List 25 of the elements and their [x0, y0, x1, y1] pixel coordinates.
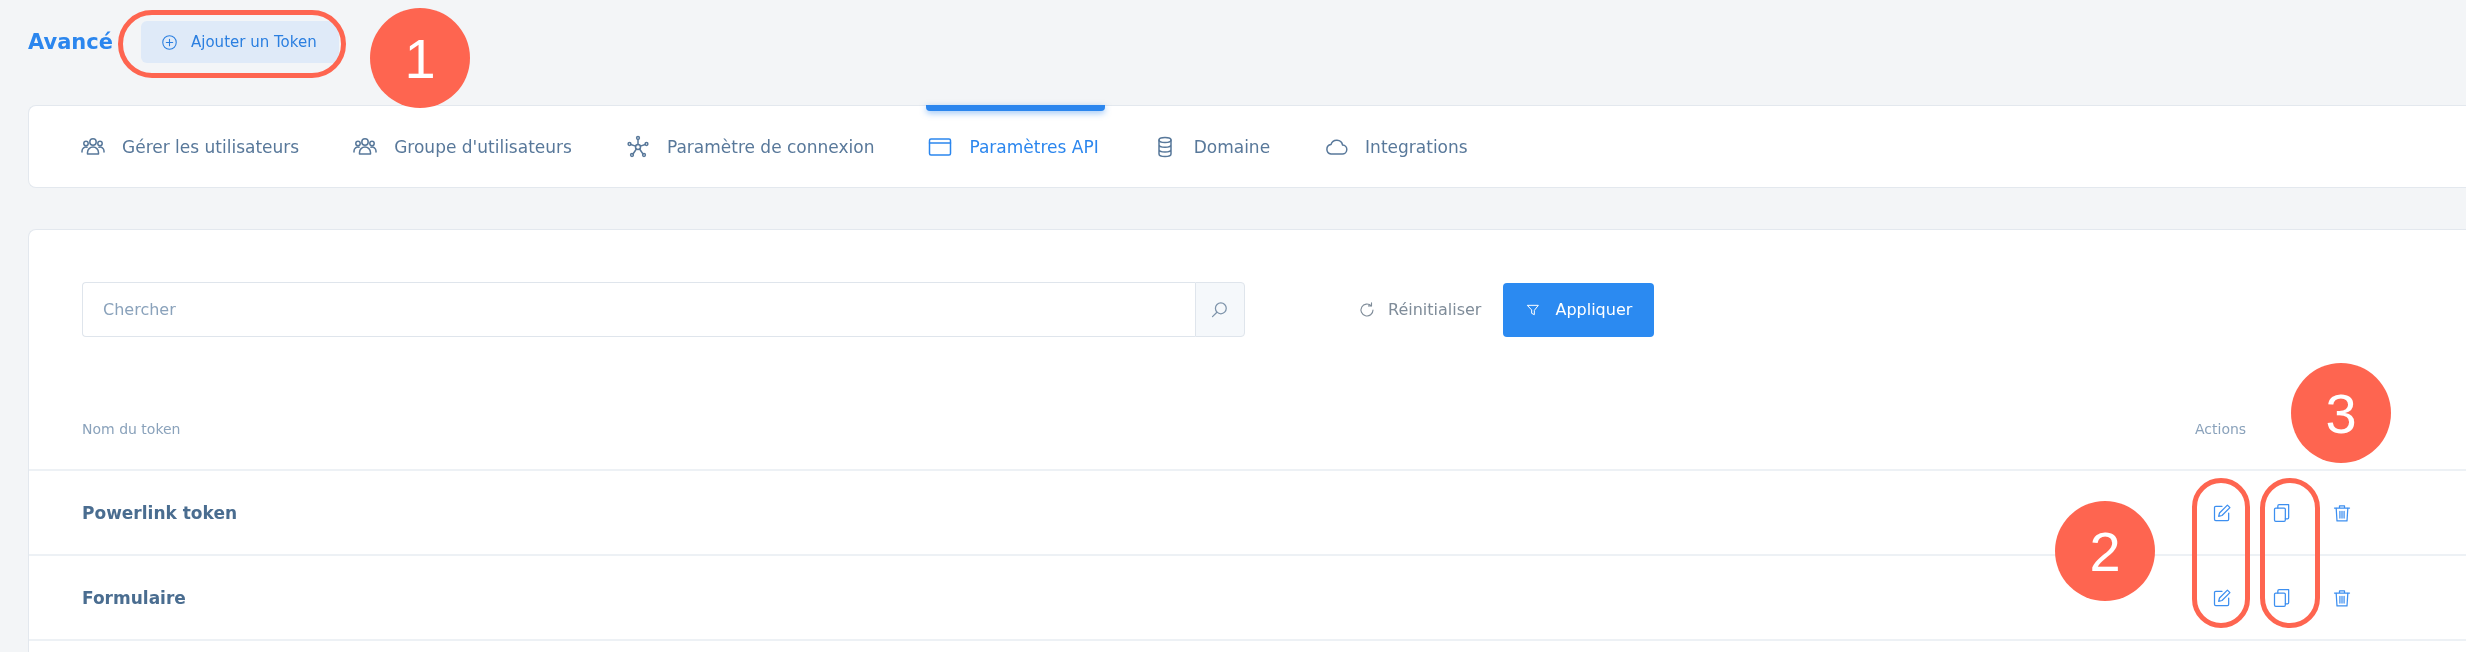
refresh-icon — [1358, 300, 1376, 319]
tab[interactable]: Paramètre de connexion — [625, 126, 875, 167]
trash-icon[interactable] — [2332, 587, 2352, 608]
tab[interactable]: Groupe d'utilisateurs — [353, 126, 572, 167]
tab[interactable]: Gérer les utilisateurs — [81, 126, 300, 167]
token-name: Powerlink token — [81, 502, 239, 523]
edit-icon[interactable] — [2212, 502, 2232, 523]
page-title: Avancé — [28, 30, 113, 54]
copy-icon[interactable] — [2272, 502, 2292, 523]
edit-icon[interactable] — [2212, 587, 2232, 608]
reset-button[interactable]: Réinitialiser — [1350, 292, 1490, 327]
token-name: Formulaire — [81, 587, 187, 608]
callout-number: 1 — [370, 8, 470, 108]
tab[interactable]: Integrations — [1324, 126, 1468, 167]
tab[interactable]: Domaine — [1152, 126, 1271, 167]
search-icon — [1210, 299, 1230, 320]
add-token-button[interactable]: Ajouter un Token — [141, 21, 339, 63]
column-header: Actions — [2195, 421, 2248, 437]
apply-button[interactable]: Appliquer — [1503, 282, 1655, 337]
plus-circle-icon — [161, 33, 178, 51]
network-icon — [625, 134, 650, 159]
search-field[interactable]: Chercher — [82, 282, 1195, 337]
copy-icon[interactable] — [2272, 587, 2292, 608]
trash-icon[interactable] — [2332, 502, 2352, 523]
column-header: Nom du token — [81, 421, 182, 437]
